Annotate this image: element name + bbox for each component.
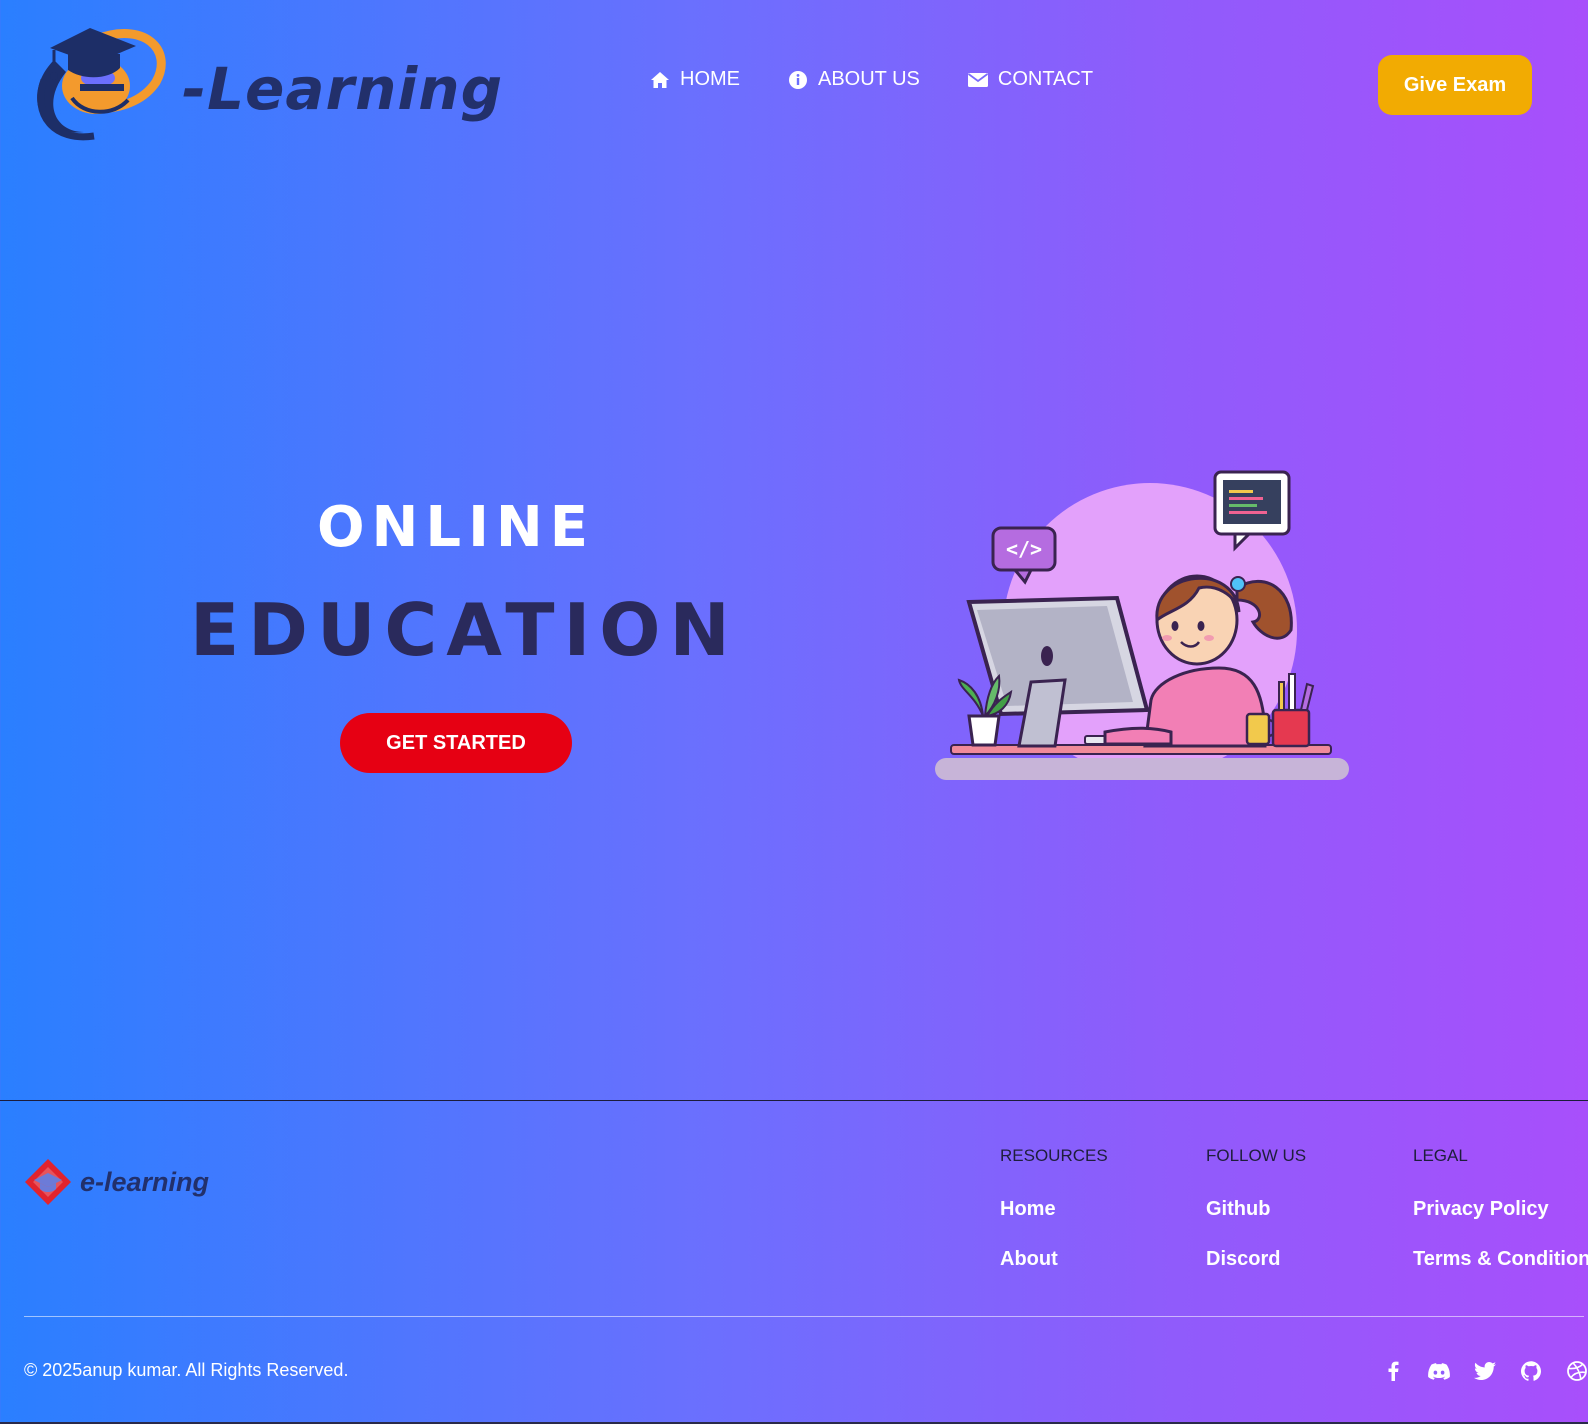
hero-title-online: ONLINE bbox=[316, 495, 596, 560]
logo-wordmark: -Learning bbox=[182, 55, 504, 123]
footer-column-title: RESOURCES bbox=[1000, 1146, 1108, 1165]
nav-contact[interactable]: CONTACT bbox=[967, 68, 1094, 91]
get-started-button[interactable]: GET STARTED bbox=[340, 713, 572, 773]
home-icon bbox=[651, 71, 669, 88]
footer-top-border bbox=[0, 1100, 1588, 1101]
footer-link-about[interactable]: About bbox=[1000, 1248, 1108, 1271]
info-icon bbox=[789, 70, 807, 89]
footer-link-home[interactable]: Home bbox=[1000, 1198, 1108, 1221]
main-nav: HOME ABOUT US CONTACT bbox=[650, 68, 1141, 91]
social-links bbox=[1382, 1360, 1588, 1382]
footer-link-terms-conditions[interactable]: Terms & Conditions bbox=[1413, 1248, 1588, 1271]
footer-column-title: LEGAL bbox=[1413, 1146, 1468, 1165]
footer-link-privacy-policy[interactable]: Privacy Policy bbox=[1413, 1198, 1588, 1221]
footer-link-github[interactable]: Github bbox=[1206, 1198, 1306, 1221]
facebook-link[interactable] bbox=[1382, 1360, 1404, 1382]
footer-column-title: FOLLOW US bbox=[1206, 1146, 1307, 1165]
diamond-cap-logo-icon bbox=[25, 1159, 71, 1205]
footer-logo[interactable]: e-learning bbox=[24, 1158, 209, 1206]
copyright-text: © 2025anup kumar. All Rights Reserved. bbox=[24, 1360, 349, 1380]
discord-icon bbox=[1428, 1362, 1450, 1380]
site-header: -Learning HOME ABOUT US CONTACT Give Exa… bbox=[0, 0, 1588, 170]
nav-home-label: HOME bbox=[680, 68, 740, 90]
twitter-icon bbox=[1474, 1362, 1496, 1380]
footer-column-legal: LEGAL Privacy Policy Terms & Conditions bbox=[1413, 1146, 1588, 1298]
girl-at-computer-illustration: </> bbox=[935, 470, 1349, 780]
facebook-icon bbox=[1388, 1361, 1399, 1381]
nav-home[interactable]: HOME bbox=[650, 68, 740, 91]
footer-column-resources: RESOURCES Home About bbox=[1000, 1146, 1108, 1298]
footer-logo-text: e-learning bbox=[80, 1166, 210, 1197]
envelope-icon bbox=[967, 72, 988, 87]
github-link[interactable] bbox=[1520, 1360, 1542, 1382]
nav-about-label: ABOUT US bbox=[818, 68, 920, 90]
github-icon bbox=[1521, 1361, 1541, 1381]
svg-text:</>: </> bbox=[1006, 537, 1042, 561]
footer-link-discord[interactable]: Discord bbox=[1206, 1248, 1306, 1271]
nav-contact-label: CONTACT bbox=[997, 68, 1094, 90]
dribbble-icon bbox=[1567, 1361, 1587, 1381]
site-logo[interactable]: -Learning bbox=[24, 20, 502, 144]
graduation-cap-logo-icon bbox=[37, 28, 166, 141]
nav-about-us[interactable]: ABOUT US bbox=[788, 68, 920, 91]
footer-column-follow-us: FOLLOW US Github Discord bbox=[1206, 1146, 1306, 1298]
twitter-link[interactable] bbox=[1474, 1360, 1496, 1382]
dribbble-link[interactable] bbox=[1566, 1360, 1588, 1382]
hero-title-education: EDUCATION bbox=[190, 588, 739, 672]
give-exam-button[interactable]: Give Exam bbox=[1378, 55, 1532, 115]
discord-link[interactable] bbox=[1428, 1360, 1450, 1382]
footer-divider bbox=[24, 1316, 1584, 1317]
